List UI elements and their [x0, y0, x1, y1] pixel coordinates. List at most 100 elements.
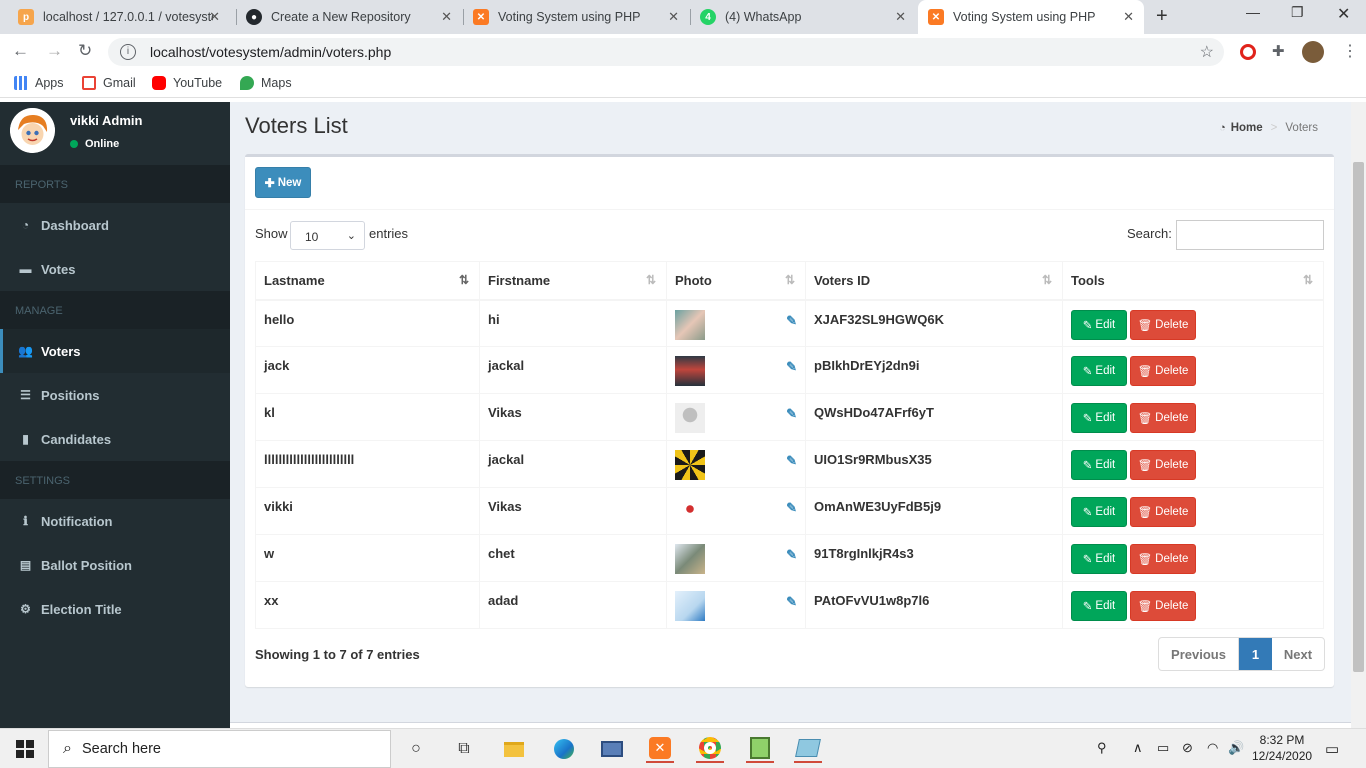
delete-button[interactable]: 🗑 Delete [1130, 591, 1196, 621]
edit-button[interactable]: ✎ Edit [1071, 450, 1127, 480]
previous-page-button[interactable]: Previous [1159, 638, 1239, 670]
sidebar-item-candidates[interactable]: ▮ Candidates [0, 417, 230, 461]
tab-github[interactable]: ● Create a New Repository ✕ [236, 0, 462, 34]
close-icon[interactable]: ✕ [1123, 9, 1134, 25]
page-length-select[interactable]: 10 ⌄ [290, 221, 365, 250]
bookmark-star-icon[interactable]: ☆ [1200, 42, 1214, 62]
profile-avatar[interactable] [1302, 41, 1324, 63]
battery-icon[interactable]: ▭ [1157, 740, 1169, 756]
chrome-icon[interactable] [696, 735, 724, 763]
sidebar-item-voters[interactable]: 👥 Voters [0, 329, 230, 373]
network-app-icon[interactable] [598, 735, 626, 763]
windows-start-icon[interactable] [16, 740, 34, 758]
wifi-icon[interactable]: ◠ [1207, 740, 1218, 756]
edit-button[interactable]: ✎ Edit [1071, 544, 1127, 574]
next-page-button[interactable]: Next [1272, 638, 1324, 670]
cortana-icon[interactable]: ○ [402, 735, 430, 763]
app-icon[interactable] [794, 735, 822, 763]
edit-button[interactable]: ✎ Edit [1071, 309, 1127, 340]
column-header-firstname[interactable]: Firstname ⇅ [479, 261, 667, 301]
delete-button[interactable]: 🗑 Delete [1130, 497, 1196, 527]
delete-button[interactable]: 🗑 Delete [1130, 544, 1196, 574]
edit-photo-icon[interactable]: ✎ [786, 547, 797, 563]
forward-icon[interactable]: → [46, 41, 63, 61]
url-text[interactable]: localhost/votesystem/admin/voters.php [150, 44, 391, 60]
delete-button[interactable]: 🗑 Delete [1130, 356, 1196, 386]
close-icon[interactable]: ✕ [441, 9, 452, 25]
column-header-tools[interactable]: Tools ⇅ [1062, 261, 1324, 301]
edit-button[interactable]: ✎ Edit [1071, 356, 1127, 386]
edit-photo-icon[interactable]: ✎ [786, 594, 797, 610]
sidebar-item-dashboard[interactable]: ◔ Dashboard [0, 203, 230, 247]
reload-icon[interactable]: ↻ [78, 41, 92, 61]
menu-kebab-icon[interactable]: ⋮ [1342, 41, 1358, 61]
notifications-icon[interactable]: ▭ [1325, 740, 1339, 758]
close-icon[interactable]: ✕ [209, 9, 220, 25]
column-header-voters-id[interactable]: Voters ID ⇅ [805, 261, 1063, 301]
page-number-button[interactable]: 1 [1239, 638, 1272, 670]
delete-button[interactable]: 🗑 Delete [1130, 450, 1196, 480]
new-tab-button[interactable]: + [1156, 5, 1168, 28]
bookmark-apps[interactable]: Apps [14, 76, 64, 90]
search-input[interactable] [1176, 220, 1324, 250]
edit-label: Edit [1095, 318, 1116, 331]
sidebar-item-ballot-position[interactable]: ▤ Ballot Position [0, 543, 230, 587]
edge-icon[interactable] [550, 735, 578, 763]
no-network-icon[interactable]: ⊘ [1182, 740, 1193, 756]
opera-extension-icon[interactable] [1240, 44, 1256, 60]
file-explorer-icon[interactable] [500, 735, 528, 763]
sidebar-item-positions[interactable]: ☰ Positions [0, 373, 230, 417]
edit-photo-icon[interactable]: ✎ [786, 453, 797, 469]
edit-button[interactable]: ✎ Edit [1071, 497, 1127, 527]
edit-photo-icon[interactable]: ✎ [786, 359, 797, 375]
tab-phpmyadmin[interactable]: p localhost / 127.0.0.1 / votesyste ✕ [8, 0, 230, 34]
edit-photo-icon[interactable]: ✎ [786, 500, 797, 516]
sidebar-item-election-title[interactable]: ⚙ Election Title [0, 587, 230, 631]
bookmark-youtube[interactable]: YouTube [152, 76, 222, 90]
delete-button[interactable]: 🗑 Delete [1130, 403, 1196, 433]
edit-button[interactable]: ✎ Edit [1071, 403, 1127, 433]
notepad-plus-icon[interactable] [746, 735, 774, 763]
tab-voting-1[interactable]: ✕ Voting System using PHP ✕ [463, 0, 689, 34]
minimize-button[interactable]: — [1246, 4, 1260, 20]
omnibox[interactable]: i localhost/votesystem/admin/voters.php … [108, 38, 1224, 66]
task-view-icon[interactable]: ⧉ [450, 735, 478, 763]
extensions-puzzle-icon[interactable]: ✚ [1272, 42, 1285, 60]
scrollbar-thumb[interactable] [1353, 162, 1364, 672]
people-icon[interactable]: ⚲ [1097, 740, 1107, 756]
close-window-button[interactable]: ✕ [1337, 4, 1350, 24]
table-row: jack jackal ✎ pBIkhDrEYj2dn9i ✎ Edit 🗑 Delete [255, 346, 1324, 394]
tab-voting-active[interactable]: ✕ Voting System using PHP ✕ [918, 0, 1144, 34]
delete-button[interactable]: 🗑 Delete [1130, 309, 1196, 340]
maximize-button[interactable]: ❐ [1291, 4, 1304, 21]
edit-photo-icon[interactable]: ✎ [786, 313, 797, 329]
bookmark-gmail[interactable]: Gmail [82, 76, 136, 90]
close-icon[interactable]: ✕ [895, 9, 906, 25]
edit-button[interactable]: ✎ Edit [1071, 591, 1127, 621]
new-voter-button[interactable]: ✚ New [255, 167, 311, 198]
tab-whatsapp[interactable]: 4 (4) WhatsApp ✕ [690, 0, 916, 34]
sidebar-item-notification[interactable]: ℹ Notification [0, 499, 230, 543]
back-icon[interactable]: ← [12, 41, 29, 61]
column-header-photo[interactable]: Photo ⇅ [666, 261, 806, 301]
sidebar-item-votes[interactable]: ▬ Votes [0, 247, 230, 291]
sort-icon: ⇅ [1041, 273, 1052, 287]
apps-grid-icon [14, 76, 28, 90]
taskbar-clock[interactable]: 8:32 PM 12/24/2020 [1252, 732, 1312, 764]
info-icon[interactable]: i [120, 44, 136, 60]
address-bar-row: ← → ↻ i localhost/votesystem/admin/voter… [0, 34, 1366, 70]
voters-table: Lastname ⇅ Firstname ⇅ Photo ⇅ Voters ID ⇅ T… [255, 261, 1324, 629]
xampp-taskbar-icon[interactable]: ✕ [646, 735, 674, 763]
volume-icon[interactable]: 🔊 [1228, 740, 1244, 756]
section-header-settings: SETTINGS [0, 461, 230, 499]
bookmark-maps[interactable]: Maps [240, 76, 292, 90]
page-scrollbar[interactable] [1351, 102, 1366, 728]
breadcrumb-home[interactable]: ◔ Home [1219, 122, 1263, 134]
chevron-up-icon[interactable]: ∧ [1133, 740, 1143, 756]
cell-lastname: lllllllllllllllllllllllll [255, 440, 480, 488]
edit-photo-icon[interactable]: ✎ [786, 406, 797, 422]
column-header-lastname[interactable]: Lastname ⇅ [255, 261, 480, 301]
edit-icon: ✎ [1082, 460, 1093, 472]
close-icon[interactable]: ✕ [668, 9, 679, 25]
taskbar-search-input[interactable]: ⌕ Search here [48, 730, 391, 768]
